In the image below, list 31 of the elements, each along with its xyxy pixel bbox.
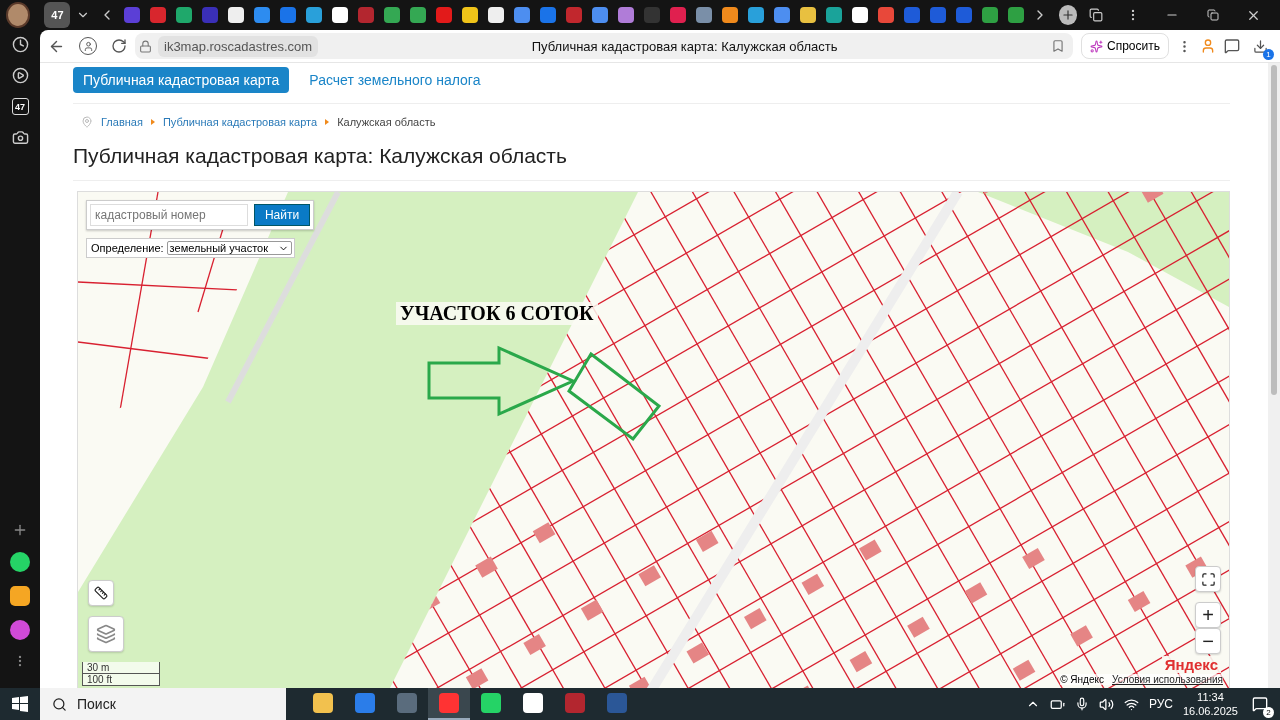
terms-link[interactable]: Условия использования bbox=[1112, 674, 1223, 685]
cadastral-number-field[interactable]: кадастровый номер bbox=[90, 204, 248, 226]
copyright-text: © Яндекс bbox=[1060, 674, 1104, 685]
ask-button[interactable]: Спросить bbox=[1081, 33, 1169, 59]
tab-count-button[interactable]: 47 bbox=[44, 2, 71, 28]
page-heading: Публичная кадастровая карта: Калужская область bbox=[73, 140, 1230, 181]
breadcrumb-link[interactable]: Калужская область bbox=[337, 116, 436, 128]
nav-tab[interactable]: Публичная кадастровая карта bbox=[73, 67, 290, 93]
nav-tab[interactable]: Расчет земельного налога bbox=[299, 67, 491, 93]
notifications-count: 2 bbox=[1263, 707, 1274, 718]
clock[interactable]: 11:34 16.06.2025 bbox=[1182, 690, 1238, 718]
breadcrumb-link[interactable]: Публичная кадастровая карта bbox=[162, 116, 318, 128]
downloads-button[interactable]: 1 bbox=[1248, 34, 1272, 58]
taskbar-search-field[interactable]: Поиск bbox=[40, 688, 286, 720]
zoom-in-button[interactable]: + bbox=[1195, 602, 1221, 628]
downloads-count: 1 bbox=[1263, 49, 1274, 60]
zoom-out-button[interactable]: − bbox=[1195, 628, 1221, 654]
scale-label: 100 ft bbox=[82, 674, 160, 686]
page-title: Публичная кадастровая карта: Калужская область bbox=[530, 38, 839, 54]
definition-select[interactable]: земельный участок bbox=[166, 241, 292, 255]
definition-label: Определение: bbox=[91, 242, 164, 254]
counter-badge[interactable]: 47 bbox=[11, 98, 29, 115]
breadcrumb-link[interactable]: Главная bbox=[101, 116, 143, 128]
annotation-text: УЧАСТОК 6 СОТОК bbox=[396, 302, 598, 325]
language-indicator[interactable]: РУС bbox=[1148, 697, 1173, 711]
find-button[interactable]: Найти bbox=[254, 204, 310, 226]
notifications-button[interactable]: 2 bbox=[1248, 692, 1272, 716]
map-logo: Яндекс bbox=[1161, 656, 1221, 673]
scale-label: 30 m bbox=[82, 662, 160, 674]
address-field[interactable]: ik3map.roscadastres.com bbox=[158, 35, 319, 57]
map-panel[interactable]: кадастровый номер Найти Определение: земельный участок УЧАСТОК 6 СОТОК 30 m 100 ft + − Яндекс © Яндекс Условия использования bbox=[77, 191, 1230, 688]
